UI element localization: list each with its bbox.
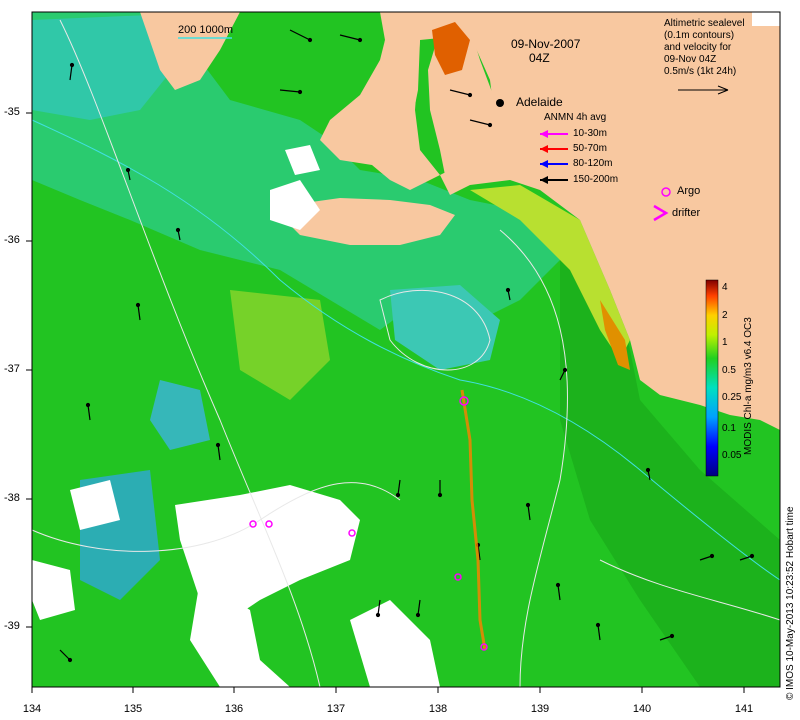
x-tick-label: 137 — [326, 703, 346, 715]
colorbar — [705, 279, 719, 477]
colorbar-tick: 0.5 — [722, 365, 736, 376]
x-tick-label: 135 — [123, 703, 143, 715]
x-tick-label: 141 — [734, 703, 754, 715]
map-date: 09-Nov-2007 — [511, 37, 581, 51]
y-tick-label: -36 — [4, 234, 20, 246]
anmn-item-label: 150-200m — [573, 174, 619, 185]
colorbar-tick: 2 — [722, 310, 728, 321]
sealevel-note-line: 09-Nov 04Z — [664, 54, 717, 65]
sealevel-note-line: 0.5m/s (1kt 24h) — [664, 66, 737, 77]
sealevel-note: Altimetric sealevel (0.1m contours) and … — [664, 18, 745, 78]
argo-legend-label: Argo — [677, 185, 701, 197]
anmn-item-label: 50-70m — [573, 143, 607, 154]
map-time: 04Z — [529, 51, 550, 65]
colorbar-tick: 0.25 — [722, 392, 742, 403]
legend-corner-box — [752, 12, 780, 26]
y-tick-label: -35 — [4, 106, 20, 118]
x-tick-label: 138 — [428, 703, 448, 715]
sealevel-note-line: and velocity for — [664, 42, 732, 53]
colorbar-title: MODIS Chl-a mg/m3 v6.4 OC3 — [743, 317, 754, 455]
x-tick-label: 134 — [22, 703, 42, 715]
credit-text: © IMOS 10-May-2013 10:23:52 Hobart time — [785, 506, 796, 700]
anmn-title: ANMN 4h avg — [544, 112, 607, 123]
drifter-legend-label: drifter — [672, 207, 701, 219]
contour-legend-label: 200 1000m — [178, 24, 234, 36]
city-label: Adelaide — [516, 95, 563, 109]
chlorophyll-map — [26, 11, 781, 693]
sealevel-note-line: Altimetric sealevel — [664, 18, 745, 29]
x-tick-label: 136 — [224, 703, 244, 715]
x-tick-label: 139 — [530, 703, 550, 715]
anmn-item-label: 80-120m — [573, 158, 613, 169]
colorbar-tick: 0.05 — [722, 450, 742, 461]
y-tick-label: -38 — [4, 492, 20, 504]
adelaide-marker — [496, 99, 504, 107]
y-tick-label: -39 — [4, 620, 20, 632]
x-tick-label: 140 — [632, 703, 652, 715]
colorbar-tick: 0.1 — [722, 423, 736, 434]
colorbar-tick: 1 — [722, 337, 728, 348]
colorbar-tick: 4 — [722, 282, 728, 293]
y-tick-label: -37 — [4, 363, 20, 375]
anmn-item-label: 10-30m — [573, 128, 607, 139]
sealevel-note-line: (0.1m contours) — [664, 30, 735, 41]
